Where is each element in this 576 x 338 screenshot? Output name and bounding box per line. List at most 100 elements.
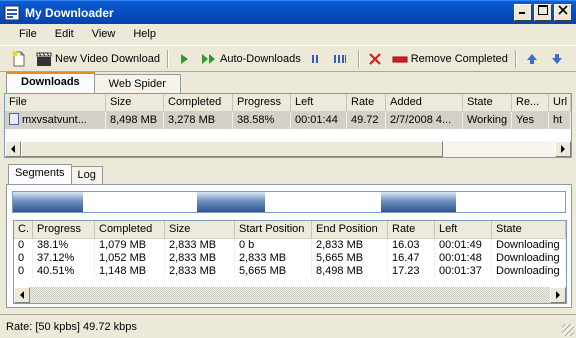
- segment-row[interactable]: 0 37.12% 1,052 MB 2,833 MB 2,833 MB 5,66…: [14, 252, 566, 265]
- remove-icon: [392, 51, 408, 67]
- col-start-position[interactable]: Start Position: [235, 221, 312, 238]
- col-seg-size[interactable]: Size: [165, 221, 235, 238]
- segment-row[interactable]: 0 38.1% 1,079 MB 2,833 MB 0 b 2,833 MB 1…: [14, 239, 566, 252]
- start-button[interactable]: [173, 48, 198, 70]
- new-video-download-label: New Video Download: [55, 52, 160, 65]
- app-icon: [4, 5, 20, 21]
- title-bar[interactable]: My Downloader: [0, 0, 576, 24]
- cell-seg-rate: 17.23: [388, 265, 435, 278]
- menu-view[interactable]: View: [83, 28, 125, 40]
- cell-end-position: 8,498 MB: [312, 265, 388, 278]
- auto-downloads-button[interactable]: Auto-Downloads: [198, 48, 304, 70]
- segments-hscrollbar[interactable]: [14, 287, 566, 303]
- col-url[interactable]: Url: [549, 94, 571, 111]
- move-up-button[interactable]: [521, 48, 546, 70]
- delete-button[interactable]: [364, 48, 389, 70]
- menu-bar: File Edit View Help: [0, 24, 576, 44]
- col-state[interactable]: State: [463, 94, 512, 111]
- tab-downloads[interactable]: Downloads: [6, 72, 95, 93]
- pause-all-button[interactable]: [329, 48, 354, 70]
- tab-log[interactable]: Log: [70, 166, 103, 184]
- cell-seg-left: 00:01:37: [435, 265, 492, 278]
- col-seg-completed[interactable]: Completed: [95, 221, 165, 238]
- menu-file[interactable]: File: [10, 28, 46, 40]
- cell-url: ht: [549, 112, 571, 129]
- toolbar: New Video Download Auto-Downloads Remove…: [0, 45, 576, 72]
- col-end-position[interactable]: End Position: [312, 221, 388, 238]
- cell-seg-completed: 1,079 MB: [95, 239, 165, 252]
- new-download-button[interactable]: [8, 48, 33, 70]
- segments-grid[interactable]: C. Progress Completed Size Start Positio…: [13, 220, 567, 304]
- resize-grip[interactable]: [562, 324, 574, 336]
- cell-completed: 3,278 MB: [164, 112, 233, 129]
- download-row[interactable]: mxvsatvunt... 8,498 MB 3,278 MB 38.58% 0…: [5, 112, 571, 129]
- cell-state: Working: [463, 112, 512, 129]
- cell-resume: Yes: [512, 112, 549, 129]
- menu-help[interactable]: Help: [124, 28, 165, 40]
- cell-end-position: 2,833 MB: [312, 239, 388, 252]
- remove-completed-label: Remove Completed: [410, 52, 508, 65]
- scroll-track[interactable]: [30, 287, 550, 303]
- col-seg-rate[interactable]: Rate: [388, 221, 435, 238]
- splitter[interactable]: [0, 160, 576, 164]
- cell-size: 8,498 MB: [106, 112, 164, 129]
- cell-file: mxvsatvunt...: [5, 112, 106, 129]
- remove-completed-button[interactable]: Remove Completed: [389, 48, 511, 70]
- downloads-hscrollbar[interactable]: [5, 141, 571, 157]
- cell-start-position: 2,833 MB: [235, 252, 312, 265]
- fast-forward-icon: [201, 51, 217, 67]
- menu-edit[interactable]: Edit: [46, 28, 83, 40]
- cell-seg-size: 2,833 MB: [165, 265, 235, 278]
- scroll-left-button[interactable]: [5, 141, 21, 157]
- downloads-header: File Size Completed Progress Left Rate A…: [5, 94, 571, 112]
- col-size[interactable]: Size: [106, 94, 164, 111]
- col-connection[interactable]: C.: [14, 221, 33, 238]
- cell-seg-size: 2,833 MB: [165, 239, 235, 252]
- move-down-button[interactable]: [546, 48, 571, 70]
- col-resume[interactable]: Re...: [512, 94, 549, 111]
- segment-row[interactable]: 0 40.51% 1,148 MB 2,833 MB 5,665 MB 8,49…: [14, 265, 566, 278]
- maximize-button[interactable]: [534, 4, 552, 21]
- cell-seg-progress: 38.1%: [33, 239, 95, 252]
- col-progress[interactable]: Progress: [233, 94, 291, 111]
- minimize-button[interactable]: [514, 4, 532, 21]
- cell-seg-state: Downloading: [492, 239, 566, 252]
- cell-seg-size: 2,833 MB: [165, 252, 235, 265]
- col-seg-state[interactable]: State: [492, 221, 566, 238]
- cell-seg-progress: 37.12%: [33, 252, 95, 265]
- scroll-thumb[interactable]: [21, 141, 443, 157]
- status-bar: Rate: [50 kpbs] 49.72 kbps: [0, 314, 576, 338]
- col-completed[interactable]: Completed: [164, 94, 233, 111]
- toolbar-separator: [166, 49, 169, 68]
- window-title: My Downloader: [25, 5, 114, 20]
- col-seg-progress[interactable]: Progress: [33, 221, 95, 238]
- scroll-right-button[interactable]: [550, 287, 566, 303]
- pause-button[interactable]: [304, 48, 329, 70]
- cell-left: 00:01:44: [291, 112, 347, 129]
- pause-icon: [307, 51, 323, 67]
- col-left[interactable]: Left: [291, 94, 347, 111]
- col-seg-left[interactable]: Left: [435, 221, 492, 238]
- scroll-right-button[interactable]: [555, 141, 571, 157]
- cell-seg-progress: 40.51%: [33, 265, 95, 278]
- arrow-up-icon: [524, 51, 540, 67]
- cell-conn: 0: [14, 265, 33, 278]
- new-video-download-button[interactable]: New Video Download: [33, 48, 163, 70]
- status-rate: Rate: [50 kpbs] 49.72 kbps: [6, 320, 137, 333]
- cell-seg-state: Downloading: [492, 265, 566, 278]
- toolbar-separator: [514, 49, 517, 68]
- close-button[interactable]: [554, 4, 572, 21]
- main-tabs: Downloads Web Spider: [6, 72, 181, 93]
- auto-downloads-label: Auto-Downloads: [219, 52, 301, 65]
- cell-seg-state: Downloading: [492, 252, 566, 265]
- col-added[interactable]: Added: [386, 94, 463, 111]
- downloads-grid[interactable]: File Size Completed Progress Left Rate A…: [4, 93, 572, 158]
- scroll-left-button[interactable]: [14, 287, 30, 303]
- col-rate[interactable]: Rate: [347, 94, 386, 111]
- file-icon: [9, 113, 19, 125]
- detail-tabs: Segments Log: [8, 164, 103, 184]
- cell-end-position: 5,665 MB: [312, 252, 388, 265]
- col-file[interactable]: File: [5, 94, 106, 111]
- tab-web-spider[interactable]: Web Spider: [93, 74, 181, 93]
- tab-segments[interactable]: Segments: [8, 164, 72, 184]
